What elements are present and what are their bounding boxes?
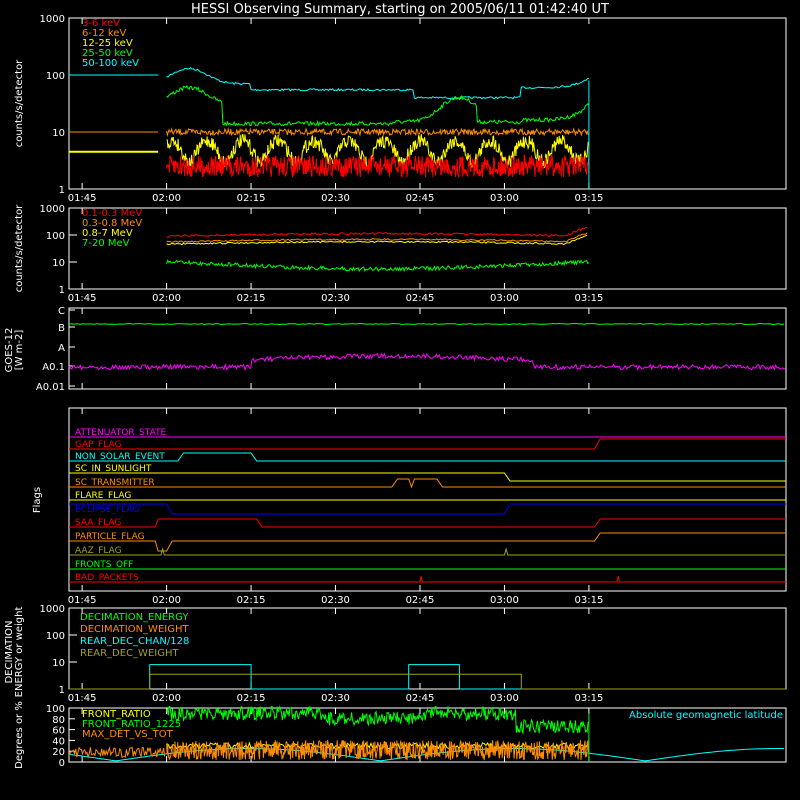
y-tick-label: 1 — [59, 285, 65, 296]
x-tick-label: 02:00 — [152, 293, 181, 304]
y-axis-unit: [W m-2] — [14, 330, 25, 371]
y-tick-label: 0 — [59, 758, 65, 769]
y-tick-label: 1000 — [40, 14, 65, 25]
y-tick-label: 10 — [52, 658, 65, 669]
x-tick-label: 02:00 — [152, 693, 181, 704]
flag-label: SC_TRANSMITTER — [75, 478, 155, 488]
flag-label: SC_IN_SUNLIGHT — [75, 464, 152, 474]
y-tick-label: 80 — [52, 715, 65, 726]
x-tick-label: 01:45 — [68, 293, 97, 304]
y-tick-label: C — [58, 306, 65, 317]
y-tick-label: 60 — [52, 726, 65, 737]
flag-label: PARTICLE_FLAG — [75, 532, 145, 542]
flag-label: BAD_PACKETS — [75, 573, 139, 583]
chart-title: HESSI Observing Summary, starting on 200… — [191, 2, 609, 17]
x-tick-label: 02:00 — [152, 193, 181, 204]
x-tick-label: 03:00 — [490, 693, 519, 704]
y-tick-label: 10 — [52, 128, 65, 139]
x-tick-label: 03:00 — [490, 193, 519, 204]
y-tick-label: 100 — [46, 71, 65, 82]
x-tick-label: 02:45 — [406, 293, 435, 304]
y-axis-label: counts/s/detector — [14, 59, 25, 147]
y-tick-label: 100 — [46, 631, 65, 642]
x-tick-label: 02:45 — [406, 693, 435, 704]
flag-label: FLARE_FLAG — [75, 491, 131, 501]
legend-entry: REAR_DEC_CHAN/128 — [80, 636, 189, 647]
y-tick-label: 1000 — [40, 604, 65, 615]
hessi-observing-summary-chart: HESSI Observing Summary, starting on 200… — [0, 0, 800, 800]
y-tick-label: A0.1 — [42, 362, 65, 373]
flag-label: AAZ_FLAG — [75, 546, 122, 556]
flag-label: ATTENUATOR_STATE — [75, 428, 167, 438]
x-tick-label: 02:45 — [406, 193, 435, 204]
x-tick-label: 02:15 — [237, 693, 266, 704]
x-tick-label: 02:30 — [321, 595, 350, 606]
x-tick-label: 02:30 — [321, 693, 350, 704]
legend-entry: DECIMATION_ENERGY — [80, 612, 189, 623]
y-axis-label: Degrees or % — [14, 701, 25, 769]
y-tick-label: 1 — [59, 685, 65, 696]
x-tick-label: 02:15 — [237, 193, 266, 204]
x-tick-label: 02:00 — [152, 595, 181, 606]
flag-label: NON_SOLAR_EVENT — [75, 452, 165, 462]
x-tick-label: 01:45 — [68, 193, 97, 204]
x-tick-label: 03:15 — [574, 293, 603, 304]
annotation-label: Absolute geomagnetic latitude — [629, 710, 783, 721]
x-tick-label: 02:15 — [237, 595, 266, 606]
x-tick-label: 03:00 — [490, 293, 519, 304]
y-axis-unit: ENERGY or weight — [14, 607, 25, 698]
legend-entry: DECIMATION_WEIGHT — [80, 624, 189, 635]
x-tick-label: 03:15 — [574, 693, 603, 704]
flag-label: FRONTS_OFF — [75, 560, 133, 570]
y-tick-label: 1 — [59, 185, 65, 196]
flag-label: ECLIPSE_FLAG — [75, 505, 139, 515]
x-tick-label: 02:45 — [406, 595, 435, 606]
y-axis-label: counts/s/detector — [14, 204, 25, 292]
x-tick-label: 03:15 — [574, 595, 603, 606]
x-tick-label: 03:15 — [574, 193, 603, 204]
x-tick-label: 02:30 — [321, 293, 350, 304]
legend-entry: 7-20 MeV — [82, 238, 130, 249]
y-tick-label: 1000 — [40, 204, 65, 215]
y-tick-label: 40 — [52, 736, 65, 747]
x-tick-label: 02:15 — [237, 293, 266, 304]
legend-entry: 50-100 keV — [82, 58, 139, 69]
y-tick-label: 100 — [46, 704, 65, 715]
x-tick-label: 02:30 — [321, 193, 350, 204]
legend-entry: MAX_DET_VS_TOT — [82, 729, 174, 740]
y-tick-label: A0.01 — [36, 382, 65, 393]
x-tick-label: 03:00 — [490, 595, 519, 606]
x-tick-label: 01:45 — [68, 595, 97, 606]
x-tick-label: 01:45 — [68, 693, 97, 704]
y-tick-label: A — [58, 343, 65, 354]
y-tick-label: 20 — [52, 747, 65, 758]
y-tick-label: B — [58, 323, 65, 334]
flag-label: SAA_FLAG — [75, 518, 121, 528]
flag-label: GAP_FLAG — [75, 440, 121, 450]
legend-entry: REAR_DEC_WEIGHT — [80, 648, 179, 659]
y-axis-label: Flags — [32, 487, 43, 513]
y-tick-label: 100 — [46, 231, 65, 242]
y-tick-label: 10 — [52, 258, 65, 269]
